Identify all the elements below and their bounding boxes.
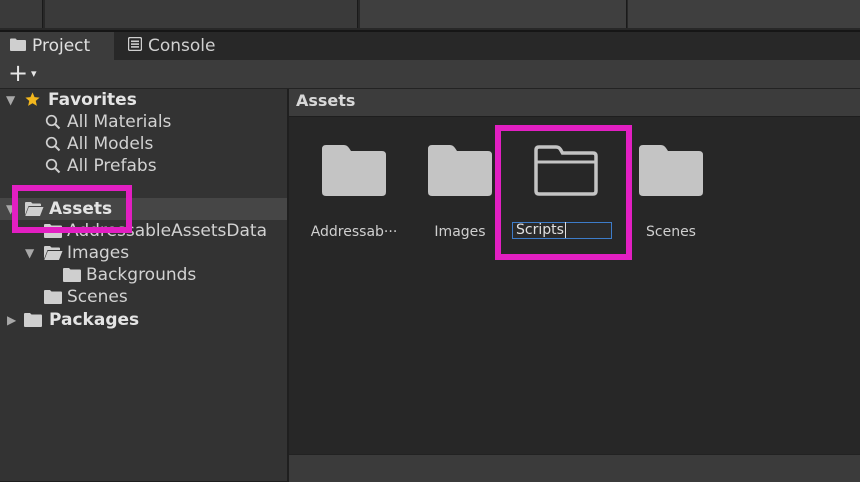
tab-console[interactable]: Console bbox=[118, 32, 248, 60]
breadcrumb[interactable]: Assets bbox=[296, 91, 355, 110]
project-tree: ▼ Favorites All Materials All Models All… bbox=[0, 89, 287, 481]
chevron-down-icon[interactable]: ▾ bbox=[31, 67, 37, 80]
tree-item-packages[interactable]: ▶ Packages bbox=[0, 309, 287, 331]
tree-item-images[interactable]: ▼ Images bbox=[0, 242, 287, 264]
tree-item-backgrounds[interactable]: Backgrounds bbox=[0, 264, 287, 286]
tree-item-scenes[interactable]: Scenes bbox=[0, 286, 287, 308]
scene-pane-left bbox=[0, 0, 43, 28]
tree-item-all-prefabs[interactable]: All Prefabs bbox=[0, 155, 287, 177]
folder-icon bbox=[639, 145, 703, 196]
folder-icon bbox=[63, 267, 81, 287]
folder-icon bbox=[10, 36, 26, 56]
folder-icon bbox=[24, 312, 42, 332]
grid-header bbox=[289, 89, 860, 117]
search-icon bbox=[45, 114, 61, 135]
tree-label: Images bbox=[67, 243, 130, 263]
scene-pane-far-right bbox=[628, 0, 860, 28]
scene-pane-middle bbox=[45, 0, 358, 28]
console-icon bbox=[127, 36, 143, 56]
asset-label: Addressab··· bbox=[310, 224, 398, 240]
tree-label: Backgrounds bbox=[86, 265, 197, 285]
folder-icon bbox=[428, 145, 492, 196]
expand-arrow-icon[interactable]: ▼ bbox=[25, 246, 34, 260]
asset-folder-scenes[interactable]: Scenes bbox=[621, 140, 721, 240]
asset-label: Scenes bbox=[646, 224, 696, 240]
search-icon bbox=[45, 158, 61, 179]
tree-label: Packages bbox=[49, 310, 140, 330]
scene-view-strip bbox=[0, 0, 860, 30]
tree-item-all-models[interactable]: All Models bbox=[0, 133, 287, 155]
tab-label: Console bbox=[148, 36, 216, 56]
project-toolbar: + ▾ bbox=[0, 60, 860, 89]
add-button[interactable]: + bbox=[8, 61, 28, 85]
folder-icon bbox=[322, 145, 386, 196]
expand-arrow-icon[interactable]: ▶ bbox=[7, 313, 16, 327]
folder-open-icon bbox=[43, 245, 63, 266]
folder-icon bbox=[44, 289, 62, 309]
tab-project[interactable]: Project bbox=[0, 32, 114, 60]
tree-label: All Prefabs bbox=[67, 156, 157, 176]
tree-label: Favorites bbox=[48, 90, 137, 110]
tab-bar: Project Console bbox=[0, 32, 860, 60]
star-icon bbox=[24, 91, 41, 113]
scene-pane-right bbox=[360, 0, 627, 28]
expand-arrow-icon[interactable]: ▼ bbox=[6, 93, 15, 107]
tab-label: Project bbox=[32, 36, 91, 56]
search-icon bbox=[45, 136, 61, 157]
tree-label: All Materials bbox=[67, 112, 172, 132]
tree-label: Scenes bbox=[67, 287, 128, 307]
tree-label: All Models bbox=[67, 134, 154, 154]
highlight-box-scripts bbox=[495, 125, 632, 260]
tree-item-favorites[interactable]: ▼ Favorites bbox=[0, 89, 287, 111]
grid-footer bbox=[289, 454, 860, 482]
tree-item-all-materials[interactable]: All Materials bbox=[0, 111, 287, 133]
asset-folder-addressables[interactable]: Addressab··· bbox=[304, 140, 404, 240]
highlight-box-assets bbox=[12, 185, 132, 233]
